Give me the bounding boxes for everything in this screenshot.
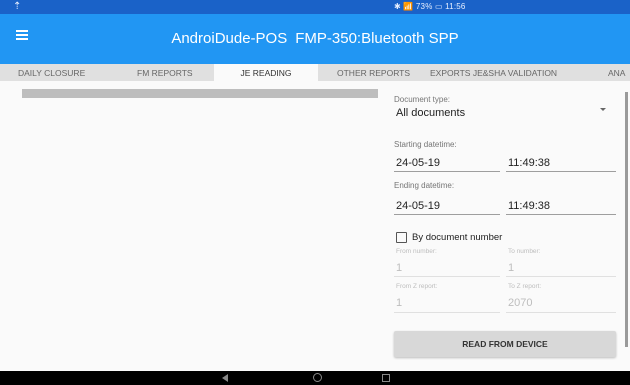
- home-icon[interactable]: [313, 373, 322, 382]
- ending-date-field[interactable]: 24-05-19: [396, 200, 440, 212]
- starting-time-field[interactable]: 11:49:38: [508, 157, 550, 169]
- tab-bar: DAILY CLOSURE FM REPORTS JE READING OTHE…: [0, 64, 630, 81]
- read-from-device-button[interactable]: READ FROM DEVICE: [394, 331, 616, 357]
- app-title: AndroiDude-POS FMP-350:Bluetooth SPP: [0, 30, 630, 47]
- tab-ana[interactable]: ANA: [608, 64, 625, 81]
- upload-arrow-icon: ⇡: [13, 1, 22, 12]
- tab-other-reports[interactable]: OTHER REPORTS: [337, 64, 410, 81]
- from-z-report-underline: [394, 312, 500, 313]
- navigation-bar: [0, 371, 630, 385]
- starting-date-underline: [394, 171, 500, 172]
- tab-je-reading[interactable]: JE READING: [214, 64, 318, 81]
- document-type-label: Document type:: [394, 95, 451, 104]
- to-z-report-underline: [506, 312, 616, 313]
- to-z-report-label: To Z report:: [508, 283, 542, 290]
- starting-date-field[interactable]: 24-05-19: [396, 157, 440, 169]
- dropdown-arrow-icon[interactable]: [600, 108, 606, 111]
- tab-daily-closure[interactable]: DAILY CLOSURE: [18, 64, 85, 81]
- ending-time-field[interactable]: 11:49:38: [508, 200, 550, 212]
- from-number-underline: [394, 276, 500, 277]
- progress-bar: [22, 89, 378, 98]
- from-z-report-field[interactable]: 1: [396, 297, 402, 309]
- by-document-number-checkbox[interactable]: [396, 232, 407, 243]
- back-icon[interactable]: [222, 374, 228, 382]
- starting-time-underline: [506, 171, 616, 172]
- ending-date-underline: [394, 214, 500, 215]
- to-number-underline: [506, 276, 616, 277]
- status-bar-right: ✱ 📶 73% ▭ 11:56: [394, 2, 466, 11]
- to-number-field[interactable]: 1: [508, 262, 514, 274]
- app-name: AndroiDude-POS: [171, 30, 288, 47]
- tab-fm-reports[interactable]: FM REPORTS: [137, 64, 193, 81]
- from-number-label: From number:: [396, 248, 437, 255]
- app-bar: AndroiDude-POS FMP-350:Bluetooth SPP: [0, 14, 630, 64]
- scrollbar[interactable]: [625, 92, 628, 347]
- tab-exports-je-sha-validation[interactable]: EXPORTS JE&SHA VALIDATION: [430, 64, 557, 81]
- ending-time-underline: [506, 214, 616, 215]
- by-document-number-label[interactable]: By document number: [412, 232, 502, 243]
- document-type-select[interactable]: All documents: [396, 107, 465, 119]
- to-number-label: To number:: [508, 248, 541, 255]
- ending-datetime-label: Ending datetime:: [394, 181, 455, 190]
- status-bar: ⇡ ✱ 📶 73% ▭ 11:56: [0, 0, 630, 14]
- from-number-field[interactable]: 1: [396, 262, 402, 274]
- recent-apps-icon[interactable]: [382, 374, 390, 382]
- device-name: FMP-350:Bluetooth SPP: [295, 30, 459, 47]
- from-z-report-label: From Z report:: [396, 283, 438, 290]
- to-z-report-field[interactable]: 2070: [508, 297, 532, 309]
- starting-datetime-label: Starting datetime:: [394, 140, 457, 149]
